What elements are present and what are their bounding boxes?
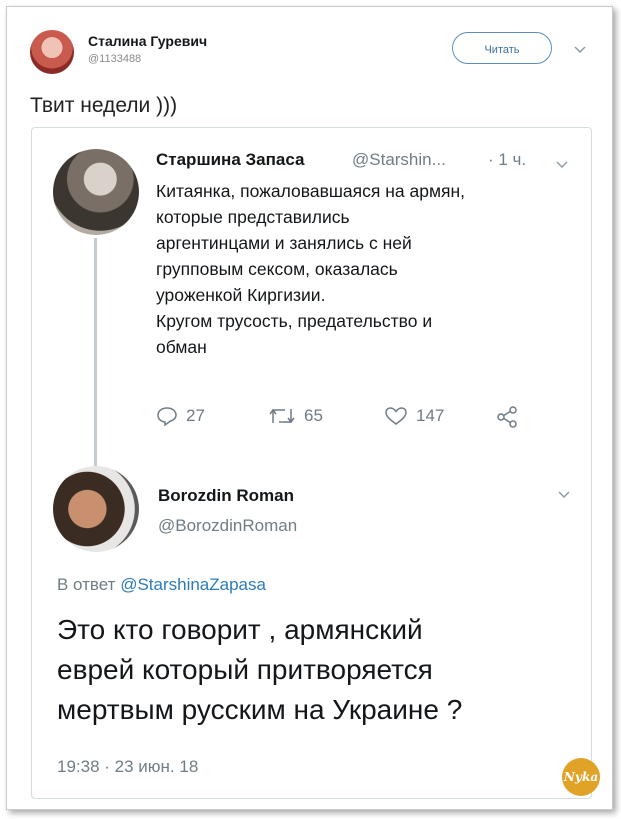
author-handle[interactable]: @1133488 xyxy=(88,53,141,65)
reply-name[interactable]: Borozdin Roman xyxy=(158,486,294,506)
reply-text: Это кто говорит , армянский еврей которы… xyxy=(57,610,577,730)
quoted-handle[interactable]: @Starshin... xyxy=(352,150,446,170)
retweet-count: 65 xyxy=(304,406,323,425)
reply-count: 27 xyxy=(186,406,205,425)
author-avatar[interactable] xyxy=(30,30,74,74)
reply-icon xyxy=(157,407,177,426)
retweet-icon xyxy=(269,408,295,424)
reply-action[interactable]: 27 xyxy=(156,406,205,426)
quoted-line: обман xyxy=(156,337,207,357)
retweet-action[interactable]: 65 xyxy=(268,406,323,426)
chevron-down-icon[interactable] xyxy=(558,488,570,502)
chevron-down-icon[interactable] xyxy=(574,43,586,57)
reply-line: мертвым русским на Украине ? xyxy=(57,694,463,725)
quoted-time[interactable]: · 1 ч. xyxy=(488,150,526,170)
share-icon xyxy=(497,406,517,428)
reply-context: В ответ @StarshinaZapasa xyxy=(57,575,266,595)
quoted-line: групповым сексом, оказалась xyxy=(156,259,398,279)
quoted-line: Кругом трусость, предательство и xyxy=(156,311,433,331)
thread-line xyxy=(94,238,97,466)
reply-timestamp[interactable]: 19:38 · 23 июн. 18 xyxy=(57,757,198,777)
tweet-text: Твит недели ))) xyxy=(30,94,178,117)
chevron-down-icon[interactable] xyxy=(556,158,568,172)
reply-mention-link[interactable]: @StarshinaZapasa xyxy=(120,575,266,594)
quoted-avatar[interactable] xyxy=(53,149,139,235)
heart-icon xyxy=(385,407,407,425)
quoted-line: Китаянка, пожаловавшаяся на армян, xyxy=(156,181,465,201)
follow-button[interactable]: Читать xyxy=(452,32,552,64)
quoted-line: уроженкой Киргизии. xyxy=(156,285,326,305)
reply-handle[interactable]: @BorozdinRoman xyxy=(158,516,297,536)
like-count: 147 xyxy=(416,406,445,425)
reply-avatar[interactable] xyxy=(53,466,139,552)
reply-line: еврей который притворяется xyxy=(57,654,433,685)
quoted-name[interactable]: Старшина Запаса xyxy=(156,150,304,170)
author-name[interactable]: Сталина Гуревич xyxy=(88,33,207,49)
share-action[interactable] xyxy=(496,406,526,428)
quoted-line: аргентинцами и занялись с ней xyxy=(156,233,412,253)
watermark-logo: Νуka xyxy=(562,758,600,796)
quoted-line: которые представились xyxy=(156,207,350,227)
quoted-text: Китаянка, пожаловавшаяся на армян, котор… xyxy=(156,178,576,360)
reply-prefix: В ответ xyxy=(57,575,116,594)
reply-line: Это кто говорит , армянский xyxy=(57,614,423,645)
like-action[interactable]: 147 xyxy=(384,406,444,426)
